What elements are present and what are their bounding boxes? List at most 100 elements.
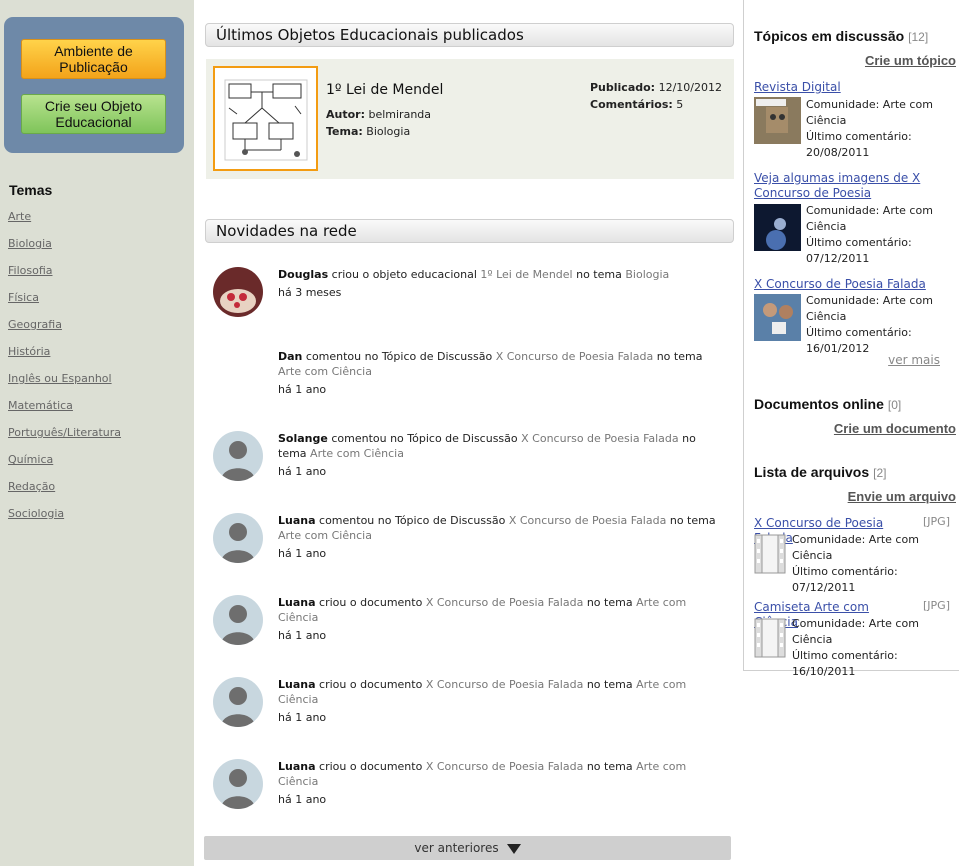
news-user[interactable]: Solange	[278, 432, 328, 445]
mendel-sketch-icon	[224, 79, 308, 161]
news-time: há 3 meses	[278, 286, 342, 299]
topic-thumbnail-1[interactable]	[754, 97, 801, 144]
topic-thumbnail-2[interactable]	[754, 204, 801, 251]
view-more-topics-link[interactable]: ver mais	[888, 353, 940, 367]
temas-heading: Temas	[9, 182, 53, 198]
tema-item: Matemática	[8, 399, 121, 426]
object-thumbnail[interactable]	[213, 66, 318, 171]
tema-item: Física	[8, 291, 121, 318]
news-user[interactable]: Luana	[278, 760, 316, 773]
news-connector: no tema	[576, 268, 622, 281]
older-news-label: ver anteriores	[414, 841, 499, 855]
tema-item: Filosofia	[8, 264, 121, 291]
robot-image-icon	[754, 97, 801, 144]
tema-link[interactable]: Matemática	[8, 399, 73, 412]
topic-community: Comunidade: Arte com Ciência	[806, 98, 933, 127]
news-target-link[interactable]: X Concurso de Poesia Falada	[426, 596, 584, 609]
tema-link[interactable]: Física	[8, 291, 39, 304]
default-user-avatar-icon[interactable]	[213, 677, 263, 727]
tema-link[interactable]: Redação	[8, 480, 55, 493]
default-user-avatar-icon[interactable]	[213, 431, 263, 481]
object-title[interactable]: 1º Lei de Mendel	[326, 82, 443, 98]
topic-thumbnail-3[interactable]	[754, 294, 801, 341]
default-user-avatar-icon[interactable]	[213, 759, 263, 809]
older-news-button[interactable]: ver anteriores	[204, 836, 731, 860]
default-user-avatar-icon[interactable]	[213, 513, 263, 563]
news-theme-link[interactable]: Arte com Ciência	[278, 365, 372, 378]
topic-link-2[interactable]: Veja algumas imagens de X Concurso de Po…	[754, 171, 958, 201]
tema-link[interactable]: Filosofia	[8, 264, 53, 277]
tema-link[interactable]: Geografia	[8, 318, 62, 331]
news-target-link[interactable]: X Concurso de Poesia Falada	[509, 514, 667, 527]
tema-item: Arte	[8, 210, 121, 237]
create-topic-link[interactable]: Crie um tópico	[865, 53, 956, 68]
tema-link[interactable]: Química	[8, 453, 53, 466]
docs-count: [0]	[887, 398, 902, 412]
news-theme-link[interactable]: Arte com Ciência	[278, 529, 372, 542]
news-user[interactable]: Luana	[278, 678, 316, 691]
news-action: criou o documento	[319, 678, 423, 691]
file-community: Comunidade: Arte com Ciência	[792, 617, 919, 646]
latest-objects-heading: Últimos Objetos Educacionais publicados	[205, 23, 734, 47]
object-theme: Tema: Biologia	[326, 125, 410, 138]
news-theme-link[interactable]: Biologia	[625, 268, 669, 281]
news-time: há 1 ano	[278, 465, 327, 478]
news-target-link[interactable]: X Concurso de Poesia Falada	[496, 350, 654, 363]
tema-link[interactable]: Inglês ou Espanhol	[8, 372, 112, 385]
publish-environment-button[interactable]: Ambiente de Publicação	[21, 39, 166, 79]
topic-last-comment: Último comentário: 07/12/2011	[806, 236, 912, 265]
tema-link[interactable]: Sociologia	[8, 507, 64, 520]
tema-item: Geografia	[8, 318, 121, 345]
author-label: Autor:	[326, 108, 365, 121]
news-time: há 1 ano	[278, 711, 327, 724]
news-heading: Novidades na rede	[205, 219, 734, 243]
news-time: há 1 ano	[278, 547, 327, 560]
upload-file-link[interactable]: Envie um arquivo	[848, 489, 956, 504]
file-type-badge: [JPG]	[923, 515, 950, 528]
create-object-button[interactable]: Crie seu Objeto Educacional	[21, 94, 166, 134]
main-content: Últimos Objetos Educacionais publicados …	[194, 0, 743, 866]
film-file-icon	[754, 618, 786, 658]
create-document-link[interactable]: Crie um documento	[834, 421, 956, 436]
topic-community: Comunidade: Arte com Ciência	[806, 204, 933, 233]
object-published: Publicado: 12/10/2012	[590, 81, 722, 94]
news-user[interactable]: Luana	[278, 514, 316, 527]
news-target-link[interactable]: 1º Lei de Mendel	[480, 268, 572, 281]
tema-link[interactable]: História	[8, 345, 50, 358]
tema-link[interactable]: Arte	[8, 210, 31, 223]
tema-item: Sociologia	[8, 507, 121, 534]
news-text: Luana criou o documento X Concurso de Po…	[278, 759, 723, 807]
news-action: criou o objeto educacional	[331, 268, 477, 281]
topic-community: Comunidade: Arte com Ciência	[806, 294, 933, 323]
topic-meta-2: Comunidade: Arte com Ciência Último comen…	[806, 203, 959, 267]
news-action: criou o documento	[319, 596, 423, 609]
news-connector: no tema	[669, 514, 716, 527]
comments-label: Comentários:	[590, 98, 673, 111]
news-user[interactable]: Douglas	[278, 268, 328, 281]
files-count: [2]	[873, 466, 887, 480]
tema-link[interactable]: Biologia	[8, 237, 52, 250]
news-connector: no tema	[586, 596, 633, 609]
news-target-link[interactable]: X Concurso de Poesia Falada	[426, 678, 584, 691]
topic-link-1[interactable]: Revista Digital	[754, 80, 958, 95]
topic-link-3[interactable]: X Concurso de Poesia Falada	[754, 277, 958, 292]
news-time: há 1 ano	[278, 383, 327, 396]
tema-item: História	[8, 345, 121, 372]
news-action: criou o documento	[319, 760, 423, 773]
user-photo-avatar[interactable]	[213, 267, 263, 317]
file-last-comment: Último comentário: 07/12/2011	[792, 565, 898, 594]
news-target-link[interactable]: X Concurso de Poesia Falada	[521, 432, 679, 445]
tema-link[interactable]: Português/Literatura	[8, 426, 121, 439]
action-buttons-panel: Ambiente de Publicação Crie seu Objeto E…	[4, 17, 184, 153]
news-user[interactable]: Luana	[278, 596, 316, 609]
topics-count: [12]	[908, 30, 929, 44]
contest-image-icon	[754, 294, 801, 341]
news-theme-link[interactable]: Arte com Ciência	[310, 447, 404, 460]
default-user-avatar-icon[interactable]	[213, 595, 263, 645]
news-time: há 1 ano	[278, 629, 327, 642]
news-user[interactable]: Dan	[278, 350, 302, 363]
right-sidebar: Tópicos em discussão [12] Crie um tópico …	[743, 0, 959, 678]
tema-item: Química	[8, 453, 121, 480]
news-target-link[interactable]: X Concurso de Poesia Falada	[426, 760, 584, 773]
triangle-down-icon	[506, 843, 521, 854]
